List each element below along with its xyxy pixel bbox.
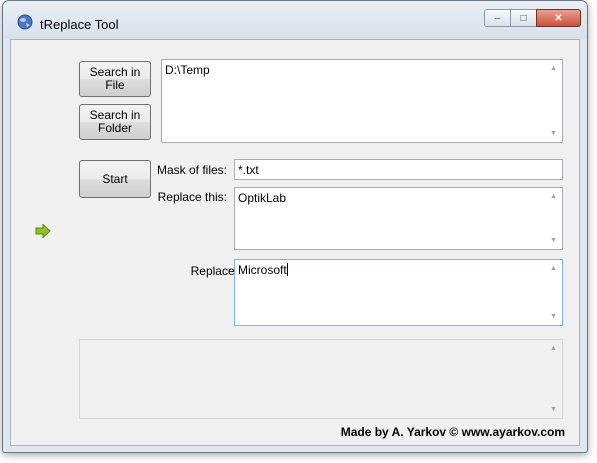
scroll-up-icon[interactable]: ▲: [545, 188, 562, 205]
path-scrollbar[interactable]: ▲ ▼: [545, 60, 562, 142]
replace-by-textarea[interactable]: Microsoft ▲ ▼: [234, 259, 563, 326]
credit-text: Made by A. Yarkov © www.ayarkov.com: [340, 425, 565, 439]
maximize-button[interactable]: □: [510, 9, 536, 27]
scroll-down-icon[interactable]: ▼: [545, 125, 562, 142]
scroll-up-icon[interactable]: ▲: [545, 260, 562, 277]
replace-by-value: Microsoft: [238, 263, 288, 277]
path-value: D:\Temp: [165, 63, 210, 77]
replace-by-scrollbar[interactable]: ▲ ▼: [545, 260, 562, 325]
title-bar[interactable]: tReplace Tool – □ ✕: [3, 1, 587, 39]
mask-input[interactable]: *.txt: [234, 159, 563, 180]
globe-icon: [17, 14, 33, 30]
green-arrow-right-icon: [35, 224, 51, 238]
caption-buttons: – □ ✕: [484, 9, 581, 29]
replace-this-scrollbar[interactable]: ▲ ▼: [545, 188, 562, 249]
client-area: Search in File Search in Folder Start D:…: [10, 39, 580, 446]
close-icon: ✕: [554, 12, 563, 24]
scroll-down-icon[interactable]: ▼: [545, 401, 562, 418]
close-button[interactable]: ✕: [536, 9, 581, 27]
replace-this-textarea[interactable]: OptikLab ▲ ▼: [234, 187, 563, 250]
path-textarea[interactable]: D:\Temp ▲ ▼: [161, 59, 563, 143]
minimize-icon: –: [494, 12, 501, 24]
start-label: Start: [102, 171, 128, 186]
mask-label: Mask of files:: [156, 163, 227, 177]
scroll-down-icon[interactable]: ▼: [545, 232, 562, 249]
maximize-icon: □: [520, 12, 527, 24]
minimize-button[interactable]: –: [484, 9, 510, 27]
search-in-folder-label: Search in Folder: [89, 108, 141, 135]
text-caret: [286, 263, 288, 276]
scroll-up-icon[interactable]: ▲: [545, 60, 562, 77]
replace-this-value: OptikLab: [238, 191, 287, 205]
log-scrollbar[interactable]: ▲ ▼: [545, 340, 562, 418]
app-window: tReplace Tool – □ ✕ Search in File Searc…: [2, 0, 588, 453]
scroll-up-icon[interactable]: ▲: [545, 340, 562, 357]
scroll-down-icon[interactable]: ▼: [545, 308, 562, 325]
search-in-file-label: Search in File: [89, 65, 141, 92]
replace-this-label: Replace this:: [157, 190, 227, 204]
replace-by-text: Microsoft: [238, 263, 287, 277]
search-in-folder-button[interactable]: Search in Folder: [79, 104, 151, 140]
mask-value: *.txt: [238, 163, 259, 177]
log-textarea[interactable]: ▲ ▼: [79, 339, 563, 419]
window-title: tReplace Tool: [40, 17, 119, 32]
search-in-file-button[interactable]: Search in File: [79, 61, 151, 97]
